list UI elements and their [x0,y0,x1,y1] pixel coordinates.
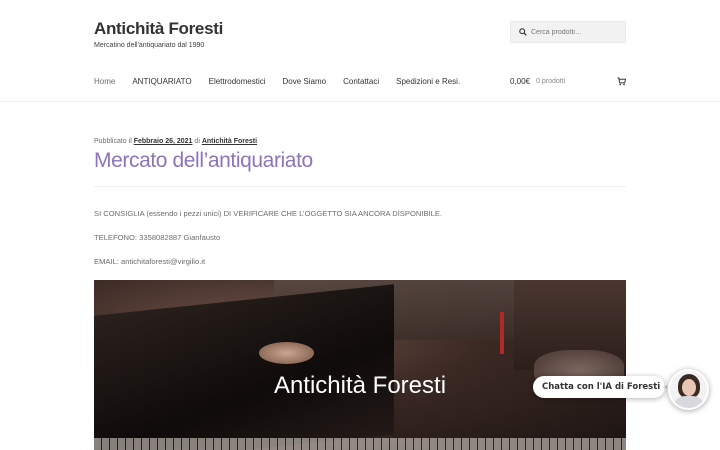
notice-paragraph: SI CONSIGLIA (essendo i pezzi unici) DI … [94,209,443,218]
cart-amount: 0,00€ [510,77,531,86]
nav-item-spedizioni[interactable]: Spedizioni e Resi. [396,77,460,86]
avatar-face [682,379,696,396]
phone-paragraph: TELEFONO: 3358082887 Gianfausto [94,233,221,242]
nav-item-dove-siamo[interactable]: Dove Siamo [283,77,327,86]
nav-item-home[interactable]: Home [94,77,115,86]
hero-image: Antichità Foresti [94,280,626,450]
post-date-link[interactable]: Febbraio 26, 2021 [134,138,193,145]
main-nav: Home ANTIQUARIATO Elettrodomestici Dove … [94,77,477,86]
search-icon [519,23,527,41]
search-input[interactable] [531,28,625,36]
page-title: Mercato dell’antiquariato [94,149,313,172]
nav-item-antiquariato[interactable]: ANTIQUARIATO [132,77,191,86]
nav-item-contattaci[interactable]: Contattaci [343,77,379,86]
nav-item-elettrodomestici[interactable]: Elettrodomestici [209,77,266,86]
divider [94,186,626,187]
post-author-link[interactable]: Antichità Foresti [202,138,257,145]
cart-count: 0 prodotti [536,78,566,85]
chat-label: Chatta con l'IA di Foresti [542,382,661,392]
avatar-body [675,396,703,408]
hero-candle [500,312,504,354]
site-tagline: Mercatino dell'antiquariato dal 1990 [94,42,205,49]
published-prefix: Pubblicato il [94,138,132,145]
site-header: Antichità Foresti Mercatino dell'antiqua… [0,0,720,102]
by-label: di [194,138,200,145]
chat-bubble[interactable]: Chatta con l'IA di Foresti × [533,376,668,398]
search-box[interactable] [510,21,626,43]
post-meta: Pubblicato il Febbraio 26, 2021 di Antic… [94,138,257,145]
chat-avatar[interactable] [668,369,709,410]
hero-piano [94,284,394,450]
cart-link[interactable]: 0,00€ 0 prodotti [510,77,626,86]
site-title[interactable]: Antichità Foresti [94,19,223,39]
hero-hand-sculpture [259,342,314,364]
hero-piano-keys [94,438,626,450]
email-paragraph: EMAIL: antichitaforesti@virgilio.it [94,257,206,266]
